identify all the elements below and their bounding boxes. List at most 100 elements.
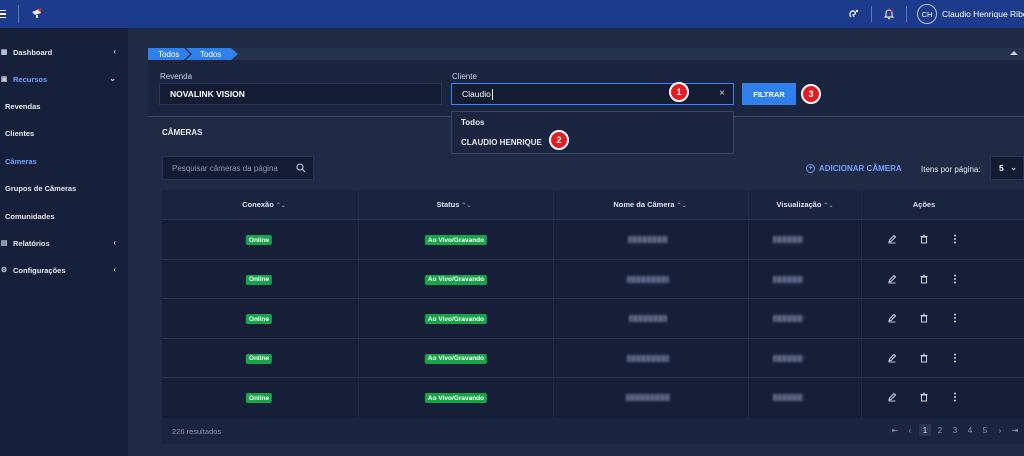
gear-icon: ⚙ (0, 267, 8, 274)
top-right-area: CH Claudio Henrique Ribeiro (847, 0, 1024, 28)
table-row[interactable]: Online Ao Vivo/Gravando (162, 337, 1024, 377)
table-footer: 226 resultados ⇤ ‹ 1 2 3 4 5 › ⇥ (162, 418, 1024, 444)
edit-icon[interactable] (886, 312, 898, 324)
bell-icon[interactable] (882, 7, 896, 21)
delete-icon[interactable] (918, 391, 930, 403)
hamburger-menu-icon[interactable] (0, 7, 8, 21)
sidebar-item-grupos-de-cameras[interactable]: Grupos de Câmeras (0, 179, 128, 197)
column-header-status[interactable]: Status ⌃⌄ (437, 200, 472, 209)
column-header-visualizacao[interactable]: Visualização ⌃⌄ (777, 200, 834, 209)
sidebar-item-clientes[interactable]: Clientes (0, 124, 128, 142)
sidebar: ▦ Dashboard ‹ ▣ Recursos ⌄ Revendas Clie… (0, 28, 128, 456)
page-button-2[interactable]: 2 (934, 424, 946, 436)
delete-icon[interactable] (918, 312, 930, 324)
edit-icon[interactable] (886, 391, 898, 403)
table-row[interactable]: Online Ao Vivo/Gravando (162, 219, 1024, 258)
visualization-redacted (773, 315, 803, 322)
more-options-icon[interactable] (949, 233, 961, 245)
user-name[interactable]: Claudio Henrique Ribeiro (942, 9, 1024, 19)
dropdown-option[interactable]: Todos (461, 118, 484, 127)
connection-badge: Online (245, 393, 273, 403)
status-badge: Ao Vivo/Gravando (424, 274, 488, 285)
filter-button[interactable]: FILTRAR (742, 83, 796, 105)
page-button-5[interactable]: 5 (979, 424, 991, 436)
sidebar-item-cameras[interactable]: Câmeras (0, 152, 128, 170)
sidebar-item-label: Configurações (13, 265, 66, 275)
edit-icon[interactable] (886, 233, 898, 245)
table-row[interactable]: Online Ao Vivo/Gravando (162, 377, 1024, 416)
sidebar-item-comunidades[interactable]: Comunidades (0, 207, 128, 225)
more-options-icon[interactable] (949, 312, 961, 324)
delete-icon[interactable] (918, 273, 930, 285)
search-placeholder: Pesquisar câmeras da página (172, 163, 278, 173)
breadcrumb-item[interactable]: Todos (186, 48, 238, 60)
status-badge: Ao Vivo/Gravando (424, 314, 488, 324)
divider (18, 5, 19, 23)
page-button-3[interactable]: 3 (949, 424, 961, 436)
connection-badge: Online (245, 314, 273, 324)
visualization-redacted (773, 275, 803, 283)
sidebar-item-dashboard[interactable]: ▦ Dashboard ‹ (0, 43, 128, 61)
sort-icon[interactable]: ⌃⌄ (276, 203, 286, 209)
chevron-left-icon: ‹ (113, 265, 116, 274)
app-logo[interactable] (30, 6, 44, 20)
items-per-page-value: 5 (999, 163, 1004, 173)
more-options-icon[interactable] (949, 391, 961, 403)
last-page-button[interactable]: ⇥ (1009, 424, 1021, 436)
breadcrumb-item[interactable]: Todos (148, 48, 190, 60)
first-page-button[interactable]: ⇤ (889, 424, 901, 436)
sidebar-item-label: Câmeras (5, 156, 37, 166)
sort-icon[interactable]: ⌃⌄ (677, 203, 687, 209)
divider (871, 6, 872, 22)
annotation-badge: 3 (801, 84, 821, 104)
next-page-button[interactable]: › (994, 424, 1006, 436)
table-header: Conexão ⌃⌄ Status ⌃⌄ Nome da Câmera ⌃⌄ Visu… (162, 190, 1024, 219)
plus-circle-icon: + (806, 164, 815, 173)
camera-search-input[interactable]: Pesquisar câmeras da página (162, 156, 314, 180)
sort-icon[interactable]: ⌃⌄ (461, 203, 471, 209)
sidebar-item-revendas[interactable]: Revendas (0, 97, 128, 115)
table-row[interactable]: Online Ao Vivo/Gravando (162, 258, 1024, 298)
page-button-1[interactable]: 1 (919, 424, 931, 436)
cliente-field[interactable]: Claudio × (451, 83, 734, 105)
cameras-table: Conexão ⌃⌄ Status ⌃⌄ Nome da Câmera ⌃⌄ Visu… (162, 190, 1024, 418)
revenda-field[interactable]: NOVALINK VISION (159, 83, 442, 105)
camera-name-redacted (629, 315, 667, 322)
search-icon[interactable] (296, 163, 306, 175)
status-badge: Ao Vivo/Gravando (424, 353, 488, 364)
more-options-icon[interactable] (949, 352, 961, 364)
edit-icon[interactable] (886, 273, 898, 285)
visualization-redacted (773, 394, 803, 401)
avatar[interactable]: CH (917, 4, 937, 24)
add-camera-label: ADICIONAR CÂMERA (819, 164, 902, 173)
chevron-down-icon: ⌄ (1010, 163, 1017, 172)
page-button-4[interactable]: 4 (964, 424, 976, 436)
edit-icon[interactable] (886, 352, 898, 364)
sidebar-item-label: Dashboard (13, 47, 53, 57)
column-header-acoes: Ações (912, 200, 936, 209)
connection-badge: Online (245, 235, 273, 245)
delete-icon[interactable] (918, 352, 930, 364)
camera-name-redacted (627, 275, 669, 283)
column-header-conexao[interactable]: Conexão ⌃⌄ (242, 200, 286, 209)
main-content: Todos Todos Revenda NOVALINK VISION Clie… (148, 48, 1024, 456)
table-row[interactable]: Online Ao Vivo/Gravando (162, 298, 1024, 337)
column-header-nome[interactable]: Nome da Câmera ⌃⌄ (613, 200, 686, 209)
collapse-arrow-icon[interactable] (1010, 51, 1018, 55)
sidebar-item-recursos[interactable]: ▣ Recursos ⌄ (0, 70, 128, 88)
sort-icon[interactable]: ⌃⌄ (823, 203, 833, 209)
cliente-dropdown: Todos CLAUDIO HENRIQUE 2 (451, 111, 734, 154)
support-icon[interactable] (847, 7, 861, 21)
more-options-icon[interactable] (949, 273, 961, 285)
box-icon: ▣ (0, 76, 8, 83)
sidebar-item-configuracoes[interactable]: ⚙ Configurações ‹ (0, 261, 128, 279)
dropdown-option[interactable]: CLAUDIO HENRIQUE (461, 138, 542, 147)
annotation-badge: 1 (669, 82, 689, 102)
sidebar-item-relatorios[interactable]: ▤ Relatórios ‹ (0, 234, 128, 252)
clear-icon[interactable]: × (719, 88, 725, 99)
delete-icon[interactable] (918, 233, 930, 245)
add-camera-button[interactable]: + ADICIONAR CÂMERA (806, 164, 902, 173)
prev-page-button[interactable]: ‹ (904, 424, 916, 436)
camera-name-redacted (626, 394, 670, 401)
items-per-page-select[interactable]: 5 ⌄ (990, 156, 1024, 180)
